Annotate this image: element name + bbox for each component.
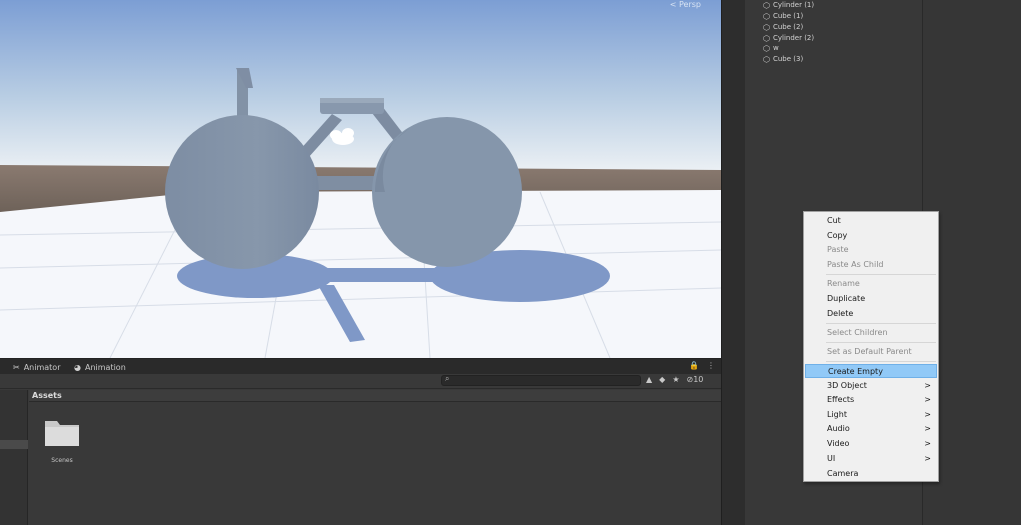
menu-item-paste[interactable]: Paste	[805, 243, 937, 257]
hidden-count: 10	[693, 375, 704, 384]
context-menu: Cut Copy Paste Paste As Child Rename Dup…	[803, 211, 939, 482]
hierarchy-item-label: Cube (1)	[772, 12, 804, 20]
hierarchy-item-label: Cylinder (1)	[772, 1, 815, 9]
panel-divider[interactable]	[721, 0, 745, 525]
tab-animator[interactable]: ✂ Animator	[13, 361, 60, 374]
menu-item-ui[interactable]: UI >	[805, 452, 937, 466]
scene-view[interactable]: < Persp	[0, 0, 721, 358]
cube-icon: ⬡	[763, 55, 770, 64]
submenu-arrow-icon: >	[924, 410, 931, 419]
lock-icon[interactable]: 🔒	[689, 361, 699, 370]
favorite-icon[interactable]: ★	[672, 375, 679, 384]
menu-item-camera[interactable]: Camera	[805, 467, 937, 481]
menu-item-effects[interactable]: Effects >	[805, 393, 937, 407]
menu-item-audio[interactable]: Audio >	[805, 422, 937, 436]
submenu-arrow-icon: >	[924, 424, 931, 433]
hierarchy-item[interactable]: ⬡ Cube (3)	[763, 54, 803, 65]
menu-item-rename[interactable]: Rename	[805, 277, 937, 291]
assets-breadcrumb[interactable]: Assets	[29, 390, 721, 402]
toolbar-icons: ▲ ◆ ★ ⊘10	[646, 375, 703, 384]
hierarchy-item[interactable]: ⬡ w	[763, 43, 779, 54]
menu-item-duplicate[interactable]: Duplicate	[805, 292, 937, 306]
menu-item-cut[interactable]: Cut	[805, 214, 937, 228]
animator-icon: ✂	[13, 363, 20, 372]
folder-label[interactable]: Scenes	[40, 457, 84, 464]
hierarchy-item-label: w	[772, 44, 779, 52]
perspective-label[interactable]: < Persp	[670, 0, 701, 9]
panel-controls: 🔒 ⋮	[689, 361, 715, 370]
menu-item-delete[interactable]: Delete	[805, 307, 937, 321]
cube-icon: ⬡	[763, 44, 770, 53]
cube-icon: ⬡	[763, 1, 770, 10]
hierarchy-item-label: Cube (3)	[772, 55, 804, 63]
menu-separator	[826, 323, 936, 324]
cube-icon: ⬡	[763, 12, 770, 21]
menu-item-3d-object[interactable]: 3D Object >	[805, 379, 937, 393]
panel-tab-bar: ✂ Animator ◕ Animation 🔒 ⋮	[0, 359, 721, 374]
submenu-arrow-icon: >	[924, 454, 931, 463]
cube-icon: ⬡	[763, 23, 770, 32]
menu-item-light[interactable]: Light >	[805, 408, 937, 422]
menu-separator	[826, 361, 936, 362]
tab-animation[interactable]: ◕ Animation	[74, 361, 126, 374]
menu-item-create-empty[interactable]: Create Empty	[805, 364, 937, 378]
hierarchy-item[interactable]: ⬡ Cylinder (1)	[763, 0, 814, 11]
project-toolbar: ⌕ ▲ ◆ ★ ⊘10	[0, 374, 721, 389]
folder-tree[interactable]	[0, 390, 28, 525]
submenu-arrow-icon: >	[924, 395, 931, 404]
submenu-arrow-icon: >	[924, 439, 931, 448]
menu-item-paste-as-child[interactable]: Paste As Child	[805, 258, 937, 272]
submenu-arrow-icon: >	[924, 381, 931, 390]
animation-icon: ◕	[74, 363, 81, 372]
search-input[interactable]: ⌕	[441, 374, 641, 386]
menu-separator	[826, 342, 936, 343]
hierarchy-item[interactable]: ⬡ Cube (2)	[763, 22, 803, 33]
label-icon[interactable]: ◆	[659, 375, 665, 384]
search-icon: ⌕	[445, 374, 450, 383]
menu-item-copy[interactable]: Copy	[805, 229, 937, 243]
hierarchy-item[interactable]: ⬡ Cube (1)	[763, 11, 803, 22]
menu-item-select-children[interactable]: Select Children	[805, 326, 937, 340]
menu-item-set-default-parent[interactable]: Set as Default Parent	[805, 345, 937, 359]
menu-item-video[interactable]: Video >	[805, 437, 937, 451]
folder-tree-selected[interactable]	[0, 440, 28, 449]
hidden-packages-icon[interactable]: ⊘10	[686, 375, 703, 384]
menu-separator	[826, 274, 936, 275]
scene-render[interactable]	[0, 0, 721, 358]
tab-animator-label: Animator	[23, 363, 61, 372]
hierarchy-item-label: Cylinder (2)	[772, 34, 815, 42]
more-options-icon[interactable]: ⋮	[707, 361, 715, 370]
folder-icon[interactable]	[44, 417, 80, 447]
filter-type-icon[interactable]: ▲	[646, 375, 652, 384]
unity-editor: < Persp ✂ Animator ◕ Animation 🔒 ⋮ ⌕ ▲ ◆…	[0, 0, 1021, 525]
tab-animation-label: Animation	[84, 363, 126, 372]
hierarchy-item-label: Cube (2)	[772, 23, 804, 31]
project-panel: ✂ Animator ◕ Animation 🔒 ⋮ ⌕ ▲ ◆ ★ ⊘10 A…	[0, 358, 721, 525]
